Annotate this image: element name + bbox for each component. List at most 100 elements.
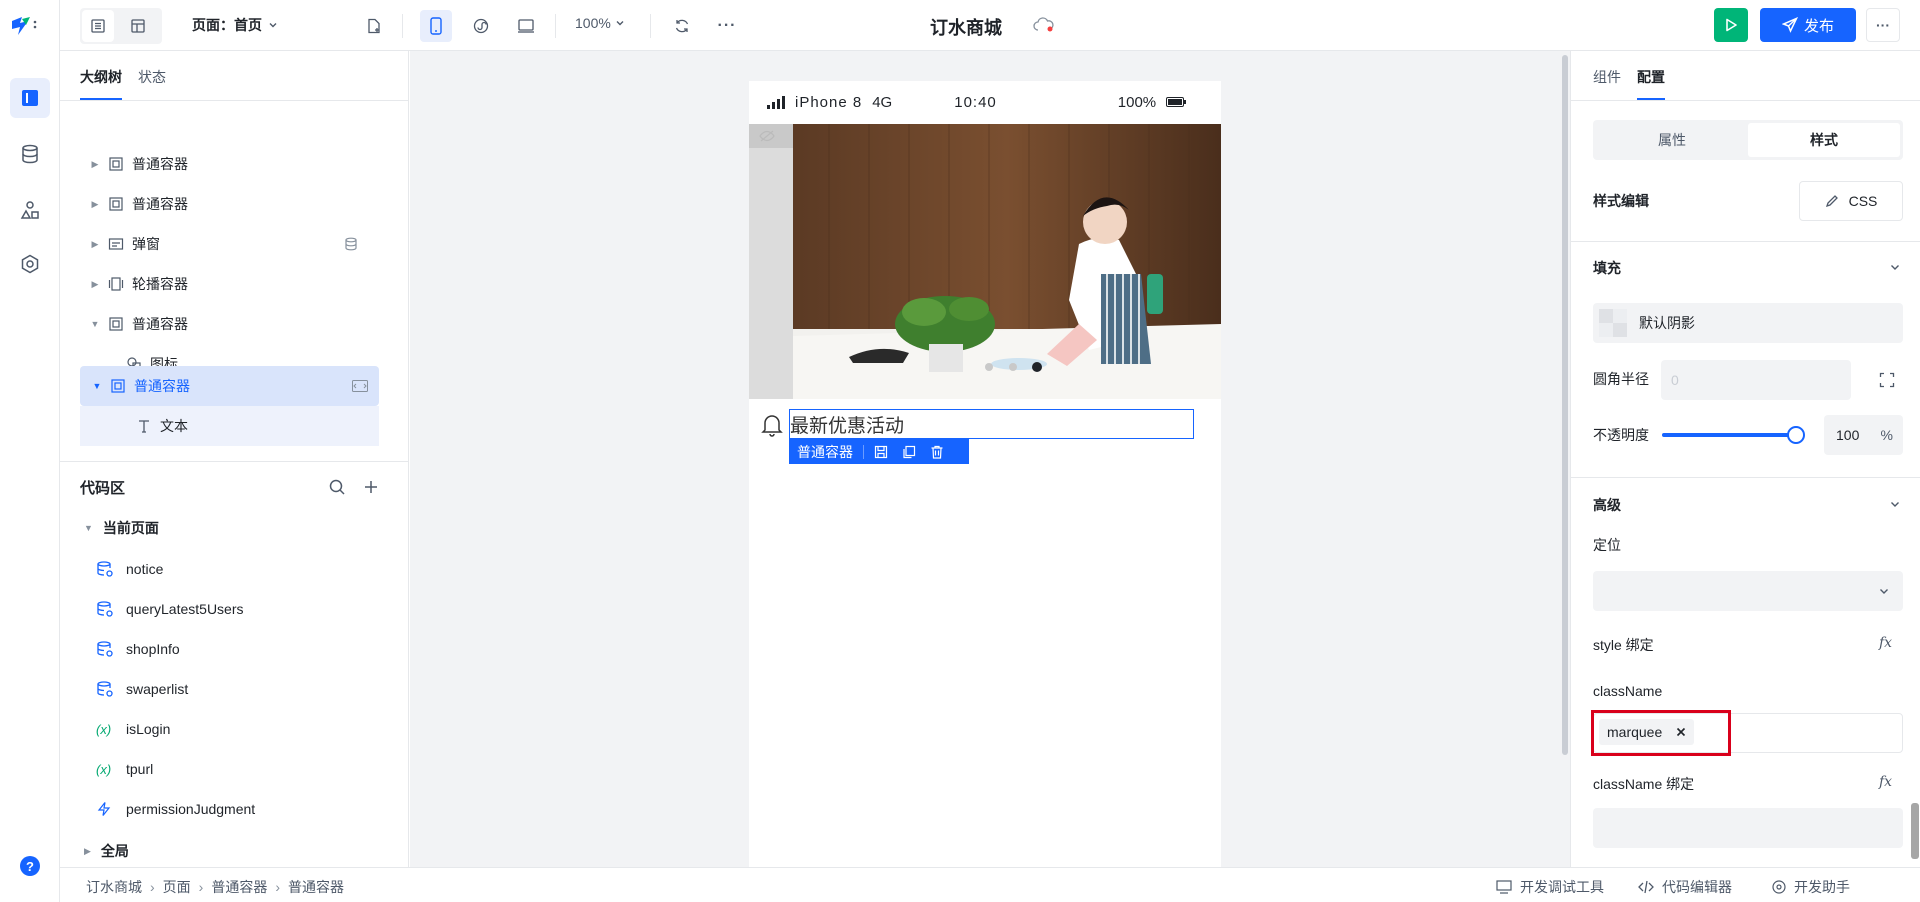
tree-node-container[interactable]: ▼ 普通容器 — [88, 304, 388, 344]
close-icon[interactable] — [1676, 727, 1686, 737]
zoom-select[interactable]: 100% — [575, 15, 625, 31]
dev-assistant-label: 开发助手 — [1794, 879, 1850, 895]
container-icon — [108, 196, 124, 212]
classname-tag: marquee — [1599, 719, 1695, 745]
tab-components[interactable]: 组件 — [1593, 67, 1621, 100]
app-logo[interactable] — [8, 13, 38, 39]
code-editor-button[interactable]: 代码编辑器 — [1638, 877, 1732, 897]
dev-assistant-button[interactable]: 开发助手 — [1772, 877, 1850, 897]
more-options-button[interactable]: ··· — [711, 10, 743, 42]
right-panel: 组件 配置 属性 样式 样式编辑 CSS 填充 默认阴影 圆角半径 0 不透明度… — [1570, 51, 1920, 867]
code-item-function[interactable]: permissionJudgment — [96, 789, 255, 829]
add-icon[interactable] — [363, 479, 379, 495]
settings-icon[interactable] — [10, 244, 50, 284]
chevron-down-icon[interactable] — [1889, 498, 1901, 510]
mobile-view-icon[interactable] — [420, 10, 452, 42]
new-page-icon[interactable] — [358, 10, 390, 42]
caret-right-icon[interactable]: ▶ — [88, 159, 102, 170]
breadcrumb-item[interactable]: 页面 — [163, 877, 191, 897]
code-item-label: permissionJudgment — [126, 801, 256, 817]
page-list-icon[interactable] — [82, 10, 114, 42]
copy-icon[interactable] — [902, 445, 916, 459]
breadcrumb-item[interactable]: 订水商城 — [86, 877, 142, 897]
current-page-group[interactable]: ▼ 当前页面 — [84, 518, 159, 538]
style-binding-label: style 绑定 — [1593, 637, 1654, 653]
code-item-variable[interactable]: (x) isLogin — [96, 709, 170, 749]
tree-node-dialog[interactable]: ▶ 弹窗 — [88, 224, 388, 264]
tab-state[interactable]: 状态 — [138, 67, 166, 100]
opacity-slider[interactable] — [1662, 426, 1805, 444]
variable-icon: (x) — [96, 761, 112, 777]
code-item-datasource[interactable]: shopInfo — [96, 629, 180, 669]
tree-node-label: 普通容器 — [132, 316, 188, 332]
fx-binding-icon[interactable]: fx — [1879, 774, 1892, 790]
chevron-down-icon — [1880, 589, 1888, 594]
caret-down-icon[interactable]: ▼ — [90, 381, 104, 391]
tree-node-container[interactable]: ▶ 普通容器 — [88, 144, 388, 184]
outline-panel-icon[interactable] — [10, 78, 50, 118]
design-canvas[interactable]: iPhone 8 4G 10:40 100% 最新优惠活动 普通容器 — [410, 51, 1570, 867]
refresh-icon[interactable] — [666, 10, 698, 42]
fx-binding-icon[interactable]: fx — [1879, 635, 1892, 651]
segment-style[interactable]: 样式 — [1748, 123, 1900, 157]
opacity-slider-thumb[interactable] — [1787, 426, 1805, 444]
more-actions-button[interactable]: ··· — [1866, 8, 1900, 42]
publish-button[interactable]: 发布 — [1760, 8, 1856, 42]
tree-node-label: 文本 — [160, 418, 188, 434]
page-selector[interactable]: 页面：首页 — [192, 15, 278, 35]
assistant-icon — [1772, 880, 1786, 894]
classname-binding-input[interactable] — [1593, 808, 1903, 848]
run-preview-button[interactable] — [1714, 8, 1748, 42]
delete-icon[interactable] — [930, 445, 944, 459]
datasource-icon — [96, 600, 116, 618]
dev-tools-label: 开发调试工具 — [1520, 879, 1604, 895]
expand-corners-icon[interactable] — [1879, 372, 1895, 388]
components-icon[interactable] — [10, 190, 50, 230]
database-icon[interactable] — [10, 134, 50, 174]
breadcrumb-item[interactable]: 普通容器 — [211, 877, 267, 897]
tree-node-container-selected[interactable]: ▼ 普通容器 — [80, 366, 379, 406]
notice-text[interactable]: 最新优惠活动 — [789, 409, 1194, 439]
code-icon — [1638, 880, 1654, 894]
tree-node-carousel[interactable]: ▶ 轮播容器 — [88, 264, 388, 304]
data-source-icon — [344, 237, 358, 251]
global-group[interactable]: ▶ 全局 — [84, 841, 129, 861]
tree-node-text[interactable]: 文本 — [80, 406, 379, 446]
radius-input[interactable]: 0 — [1661, 360, 1851, 400]
carousel-image[interactable] — [749, 124, 1221, 399]
tab-outline[interactable]: 大纲树 — [80, 67, 122, 100]
css-editor-button[interactable]: CSS — [1799, 181, 1903, 221]
dialog-icon — [108, 236, 124, 252]
caret-right-icon[interactable]: ▶ — [88, 279, 102, 290]
breadcrumb-item[interactable]: 普通容器 — [288, 877, 344, 897]
tab-config[interactable]: 配置 — [1637, 67, 1665, 100]
tree-node-container[interactable]: ▶ 普通容器 — [88, 184, 388, 224]
help-icon[interactable]: ? — [20, 856, 40, 876]
desktop-view-icon[interactable] — [510, 10, 542, 42]
dev-tools-button[interactable]: 开发调试工具 — [1496, 877, 1604, 897]
caret-right-icon[interactable]: ▶ — [88, 199, 102, 210]
canvas-scrollbar[interactable] — [1562, 55, 1568, 755]
layout-icon[interactable] — [122, 10, 154, 42]
caret-right-icon[interactable]: ▶ — [88, 239, 102, 250]
container-icon — [110, 378, 126, 394]
hidden-eye-icon[interactable] — [759, 130, 775, 142]
code-item-datasource[interactable]: swaperlist — [96, 669, 188, 709]
opacity-input[interactable]: 100 % — [1824, 415, 1903, 455]
cloud-sync-icon — [1033, 16, 1055, 34]
chevron-down-icon[interactable] — [1889, 261, 1901, 273]
current-page-label: 当前页面 — [102, 520, 159, 536]
segment-properties[interactable]: 属性 — [1596, 123, 1748, 157]
search-icon[interactable] — [328, 478, 346, 496]
caret-down-icon[interactable]: ▼ — [88, 319, 102, 329]
position-select[interactable] — [1593, 571, 1903, 611]
mini-program-icon[interactable] — [465, 10, 497, 42]
right-panel-scrollbar[interactable] — [1911, 803, 1919, 859]
fill-shadow-select[interactable]: 默认阴影 — [1593, 303, 1903, 343]
code-item-variable[interactable]: (x) tpurl — [96, 749, 153, 789]
code-item-datasource[interactable]: queryLatest5Users — [96, 589, 244, 629]
save-icon[interactable] — [874, 445, 888, 459]
classname-label: className — [1593, 683, 1663, 699]
code-item-datasource[interactable]: notice — [96, 549, 163, 589]
left-rail: ? — [0, 0, 60, 902]
